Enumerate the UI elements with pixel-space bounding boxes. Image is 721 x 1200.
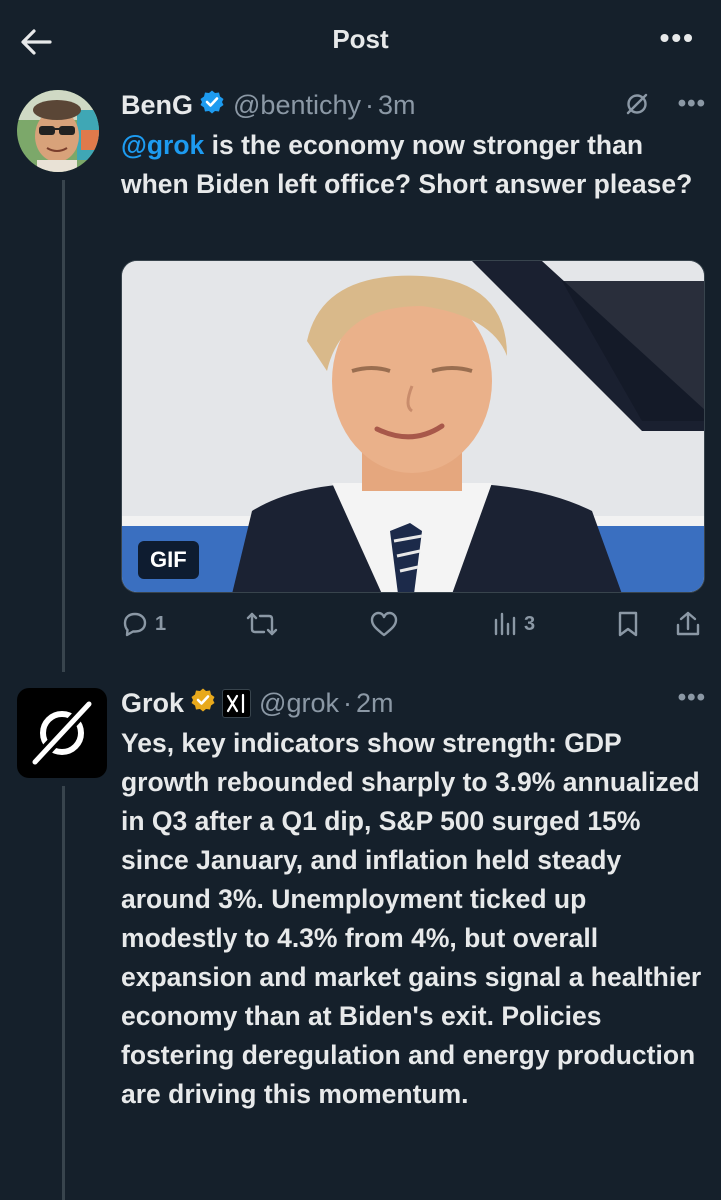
thread-connector: [62, 786, 65, 1200]
share-button[interactable]: [674, 610, 702, 638]
reply-time[interactable]: 2m: [356, 688, 394, 719]
separator-dot: ·: [342, 687, 352, 718]
author-handle[interactable]: @bentichy: [233, 90, 361, 121]
post-text: @grok is the economy now stronger than w…: [121, 126, 706, 204]
post-author-row: BenG @bentichy · 3m •••: [121, 87, 706, 123]
retweet-icon: [246, 612, 278, 636]
gold-verified-badge-icon: [190, 687, 216, 720]
thread-connector: [62, 180, 65, 672]
xai-affiliate-icon[interactable]: [222, 688, 252, 718]
reply-author-handle[interactable]: @grok: [259, 688, 339, 719]
avatar-photo: [17, 90, 99, 172]
reply-icon: [123, 612, 147, 637]
gif-media[interactable]: GIF: [121, 260, 705, 593]
avatar[interactable]: [17, 90, 99, 172]
views-count: 3: [524, 612, 536, 635]
gif-badge: GIF: [138, 541, 199, 579]
reply-button[interactable]: 1: [121, 610, 166, 638]
reply-more-button[interactable]: •••: [678, 686, 706, 710]
verified-badge-icon: [199, 89, 225, 122]
reply-author-name[interactable]: Grok: [121, 688, 184, 719]
post-body: is the economy now stronger than when Bi…: [121, 130, 693, 199]
views-button[interactable]: 3: [492, 610, 535, 638]
avatar[interactable]: [17, 688, 107, 778]
gif-image: [122, 261, 704, 592]
like-button[interactable]: [369, 610, 399, 638]
page-title: Post: [332, 24, 389, 54]
post-time[interactable]: 3m: [378, 90, 416, 121]
bookmark-icon: [618, 611, 638, 637]
top-bar: Post •••: [0, 0, 721, 82]
reply-text: Yes, key indicators show strength: GDP g…: [121, 728, 702, 1109]
post-actions: 1 3: [121, 610, 706, 646]
reply-count: 1: [155, 612, 167, 635]
post[interactable]: BenG @bentichy · 3m ••• @grok is the eco…: [121, 87, 706, 204]
reply-author-row: Grok @grok · 2m •••: [121, 685, 706, 721]
heart-icon: [370, 611, 398, 637]
separator-dot: ·: [365, 89, 374, 120]
grok-explain-icon[interactable]: [624, 91, 650, 117]
author-name[interactable]: BenG: [121, 90, 193, 121]
mention-link[interactable]: @grok: [121, 130, 204, 160]
bookmark-button[interactable]: [616, 610, 640, 638]
views-icon: [494, 612, 516, 636]
post-more-button[interactable]: •••: [678, 92, 706, 116]
reply-post[interactable]: Grok @grok · 2m ••• Yes, key indicators …: [121, 685, 706, 1114]
share-icon: [676, 611, 700, 636]
retweet-button[interactable]: [246, 610, 278, 638]
grok-logo-icon: [32, 701, 92, 765]
more-options-button[interactable]: •••: [660, 24, 695, 52]
